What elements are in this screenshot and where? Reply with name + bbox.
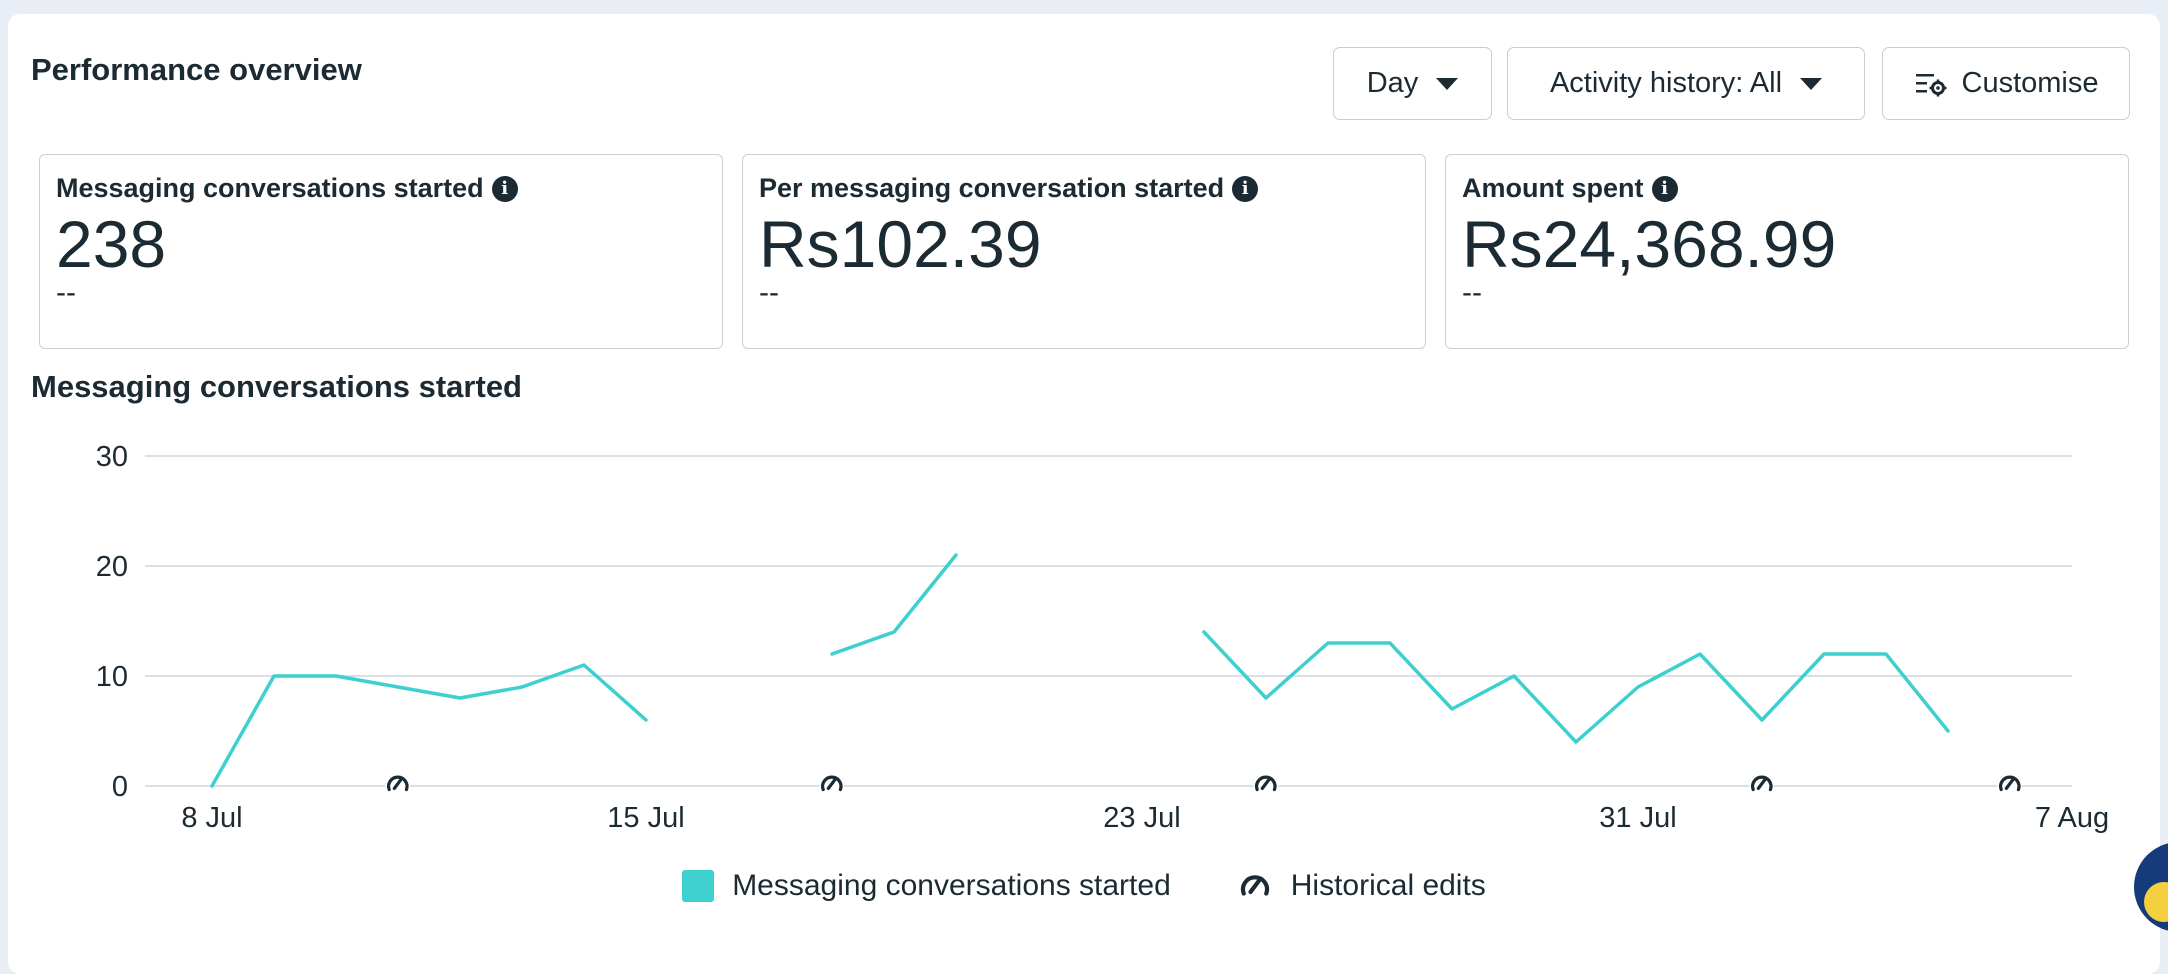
y-tick-label: 0 bbox=[112, 771, 128, 803]
x-tick-label: 31 Jul bbox=[1599, 802, 1676, 834]
historical-edit-icon bbox=[1240, 875, 1269, 896]
line-chart: 0 10 20 30 8 Jul 15 Jul 23 Jul 31 Jul 7 Aug bbox=[96, 441, 2109, 834]
x-tick-label: 8 Jul bbox=[181, 802, 242, 834]
legend-swatch bbox=[682, 870, 715, 902]
legend-series-label: Messaging conversations started bbox=[732, 869, 1171, 902]
chart-legend: Messaging conversations started Historic… bbox=[0, 868, 2168, 904]
legend-item-series[interactable]: Messaging conversations started bbox=[682, 869, 1171, 903]
historical-edit-marker[interactable] bbox=[1253, 771, 1279, 797]
y-tick-label: 10 bbox=[96, 661, 128, 693]
x-tick-label: 23 Jul bbox=[1103, 802, 1180, 834]
y-tick-label: 20 bbox=[96, 551, 128, 583]
series-line bbox=[210, 663, 648, 788]
assistant-bubble-mark bbox=[2144, 882, 2168, 922]
y-tick-label: 30 bbox=[96, 441, 128, 473]
series-line bbox=[1202, 630, 1950, 744]
legend-edits-label: Historical edits bbox=[1290, 869, 1486, 902]
historical-edit-marker[interactable] bbox=[385, 771, 411, 797]
historical-edit-marker[interactable] bbox=[1997, 771, 2023, 797]
x-tick-label: 15 Jul bbox=[607, 802, 684, 834]
x-tick-label: 7 Aug bbox=[2035, 802, 2109, 834]
series-line bbox=[830, 553, 958, 656]
legend-item-historical-edits[interactable]: Historical edits bbox=[1237, 868, 1486, 904]
historical-edit-marker[interactable] bbox=[1749, 771, 1775, 797]
historical-edit-marker[interactable] bbox=[819, 771, 845, 797]
